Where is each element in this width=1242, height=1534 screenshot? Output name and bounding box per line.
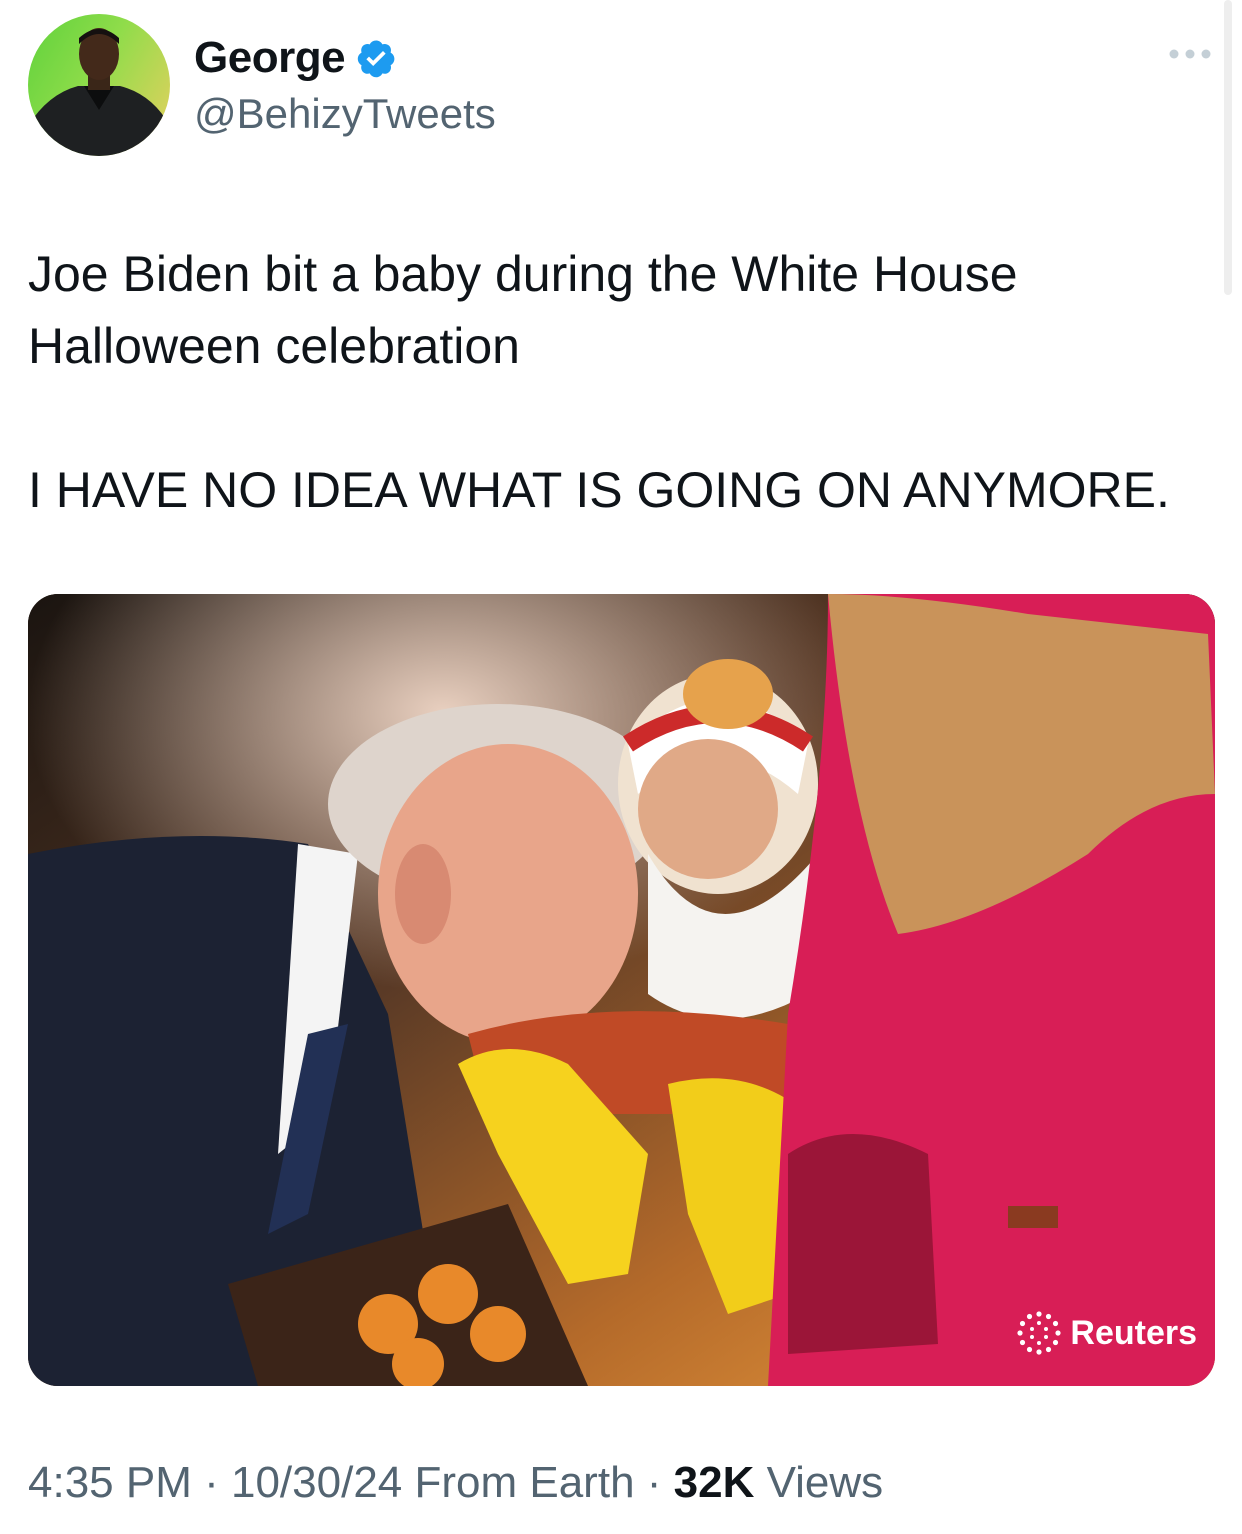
author-handle[interactable]: @BehizyTweets [194,90,496,138]
tweet-source: From Earth [402,1458,635,1507]
photo-credit: Reuters [1016,1310,1197,1356]
scrollbar[interactable] [1224,0,1232,295]
verified-badge-icon [355,37,397,79]
tweet-text-line: I HAVE NO IDEA WHAT IS GOING ON ANYMORE. [28,462,1170,518]
photo-credit-label: Reuters [1070,1313,1197,1352]
reuters-logo-icon [1017,1311,1061,1355]
tweet-date[interactable]: 10/30/24 [231,1458,402,1507]
separator-dot: · [191,1458,231,1507]
tweet-metadata: 4:35 PM · 10/30/24 From Earth · 32K View… [28,1458,883,1508]
tweet-text: Joe Biden bit a baby during the White Ho… [28,238,1218,526]
tweet-card: George @BehizyTweets Joe Biden bit a bab… [0,0,1242,1534]
paragraph-break [28,382,1218,454]
display-name[interactable]: George [194,33,346,83]
views-label: Views [754,1458,884,1507]
tweet-text-line: Halloween celebration [28,318,520,374]
tweet-text-line: Joe Biden bit a baby during the White Ho… [28,246,1018,302]
tweet-photo[interactable]: Reuters [28,594,1215,1386]
author-name-row: George [194,28,397,88]
tweet-time[interactable]: 4:35 PM [28,1458,192,1507]
author-avatar[interactable] [28,14,170,156]
more-horizontal-icon[interactable] [1168,44,1212,64]
views-count[interactable]: 32K [674,1458,755,1507]
separator-dot: · [634,1458,674,1507]
